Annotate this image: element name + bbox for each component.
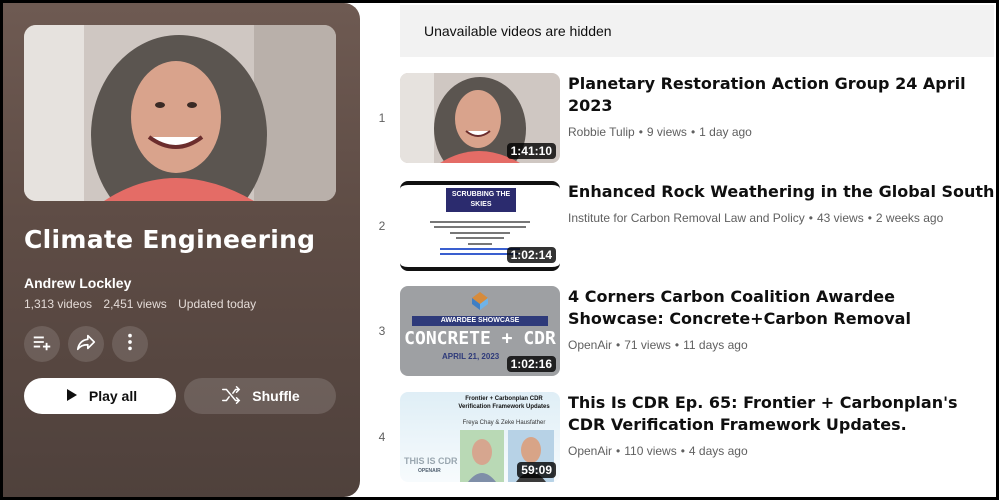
play-icon	[63, 387, 79, 406]
video-count: 1,313 videos	[24, 297, 93, 311]
channel-name[interactable]: OpenAir	[568, 338, 612, 352]
playlist-owner[interactable]: Andrew Lockley	[24, 275, 131, 291]
video-title[interactable]: Enhanced Rock Weathering in the Global S…	[568, 181, 996, 203]
shuffle-icon	[220, 384, 242, 409]
channel-name[interactable]: OpenAir	[568, 444, 612, 458]
video-index: 1	[378, 111, 386, 125]
unavailable-videos-notice: Unavailable videos are hidden	[400, 5, 994, 57]
view-count: 2,451 views	[103, 297, 167, 311]
video-views: 71 views	[624, 338, 671, 352]
video-meta: Institute for Carbon Removal Law and Pol…	[568, 211, 944, 225]
playlist-thumbnail[interactable]	[24, 25, 336, 201]
video-age: 11 days ago	[683, 338, 748, 352]
share-icon	[75, 331, 97, 358]
video-duration: 1:02:16	[506, 356, 556, 372]
video-views: 9 views	[646, 125, 687, 139]
video-index: 3	[378, 324, 386, 338]
thumb-heading: CONCRETE + CDR	[404, 328, 556, 349]
thumb-subtitle: AWARDEE SHOWCASE	[412, 316, 548, 326]
video-views: 110 views	[624, 444, 677, 458]
video-duration: 59:09	[517, 462, 556, 478]
play-all-label: Play all	[88, 388, 138, 404]
playlist-video-row[interactable]: 2 SCRUBBING THE SKIES 1:02:14 Enhanced R…	[370, 181, 995, 273]
video-views: 43 views	[817, 211, 864, 225]
shuffle-label: Shuffle	[252, 388, 300, 404]
video-thumbnail[interactable]: 1:41:10	[400, 73, 560, 163]
video-age: 1 day ago	[699, 125, 752, 139]
playlist-add-icon	[31, 331, 53, 358]
more-actions-button[interactable]	[112, 326, 148, 362]
playlist-video-row[interactable]: 1 1:41:10 Planetary Restoration Action G…	[370, 73, 995, 165]
video-meta: OpenAir • 110 views • 4 days ago	[568, 444, 748, 458]
video-title[interactable]: Planetary Restoration Action Group 24 Ap…	[568, 73, 996, 117]
thumb-brand: THIS IS CDR	[404, 456, 458, 466]
play-all-button[interactable]: Play all	[24, 378, 176, 414]
add-to-queue-button[interactable]	[24, 326, 60, 362]
thumb-date: APRIL 21, 2023	[442, 352, 500, 361]
video-duration: 1:41:10	[506, 143, 556, 159]
video-thumbnail[interactable]: SCRUBBING THE SKIES 1:02:14	[400, 181, 560, 271]
video-index: 4	[378, 430, 386, 444]
playlist-header-panel: Climate Engineering Andrew Lockley 1,313…	[3, 3, 360, 497]
more-vert-icon	[119, 331, 141, 358]
video-thumbnail[interactable]: AWARDEE SHOWCASE CONCRETE + CDR APRIL 21…	[400, 286, 560, 376]
video-duration: 1:02:14	[506, 247, 556, 263]
video-title[interactable]: This Is CDR Ep. 65: Frontier + Carbonpla…	[568, 392, 996, 436]
share-button[interactable]	[68, 326, 104, 362]
channel-name[interactable]: Institute for Carbon Removal Law and Pol…	[568, 211, 805, 225]
video-age: 4 days ago	[688, 444, 748, 458]
video-meta: OpenAir • 71 views • 11 days ago	[568, 338, 748, 352]
video-thumbnail[interactable]: Frontier + Carbonplan CDR Verification F…	[400, 392, 560, 482]
thumb-brand-secondary: OPENAIR	[418, 468, 441, 474]
video-title[interactable]: 4 Corners Carbon Coalition Awardee Showc…	[568, 286, 996, 330]
video-index: 2	[378, 219, 386, 233]
shuffle-button[interactable]: Shuffle	[184, 378, 336, 414]
updated-text: Updated today	[178, 297, 257, 311]
playlist-stats: 1,313 videos 2,451 views Updated today	[24, 297, 264, 311]
video-age: 2 weeks ago	[875, 211, 944, 225]
playlist-video-row[interactable]: 3 AWARDEE SHOWCASE CONCRETE + CDR APRIL …	[370, 286, 995, 378]
playlist-title: Climate Engineering	[24, 225, 316, 254]
channel-name[interactable]: Robbie Tulip	[568, 125, 635, 139]
playlist-video-row[interactable]: 4 Frontier + Carbonplan CDR Verification…	[370, 392, 995, 484]
video-meta: Robbie Tulip • 9 views • 1 day ago	[568, 125, 752, 139]
